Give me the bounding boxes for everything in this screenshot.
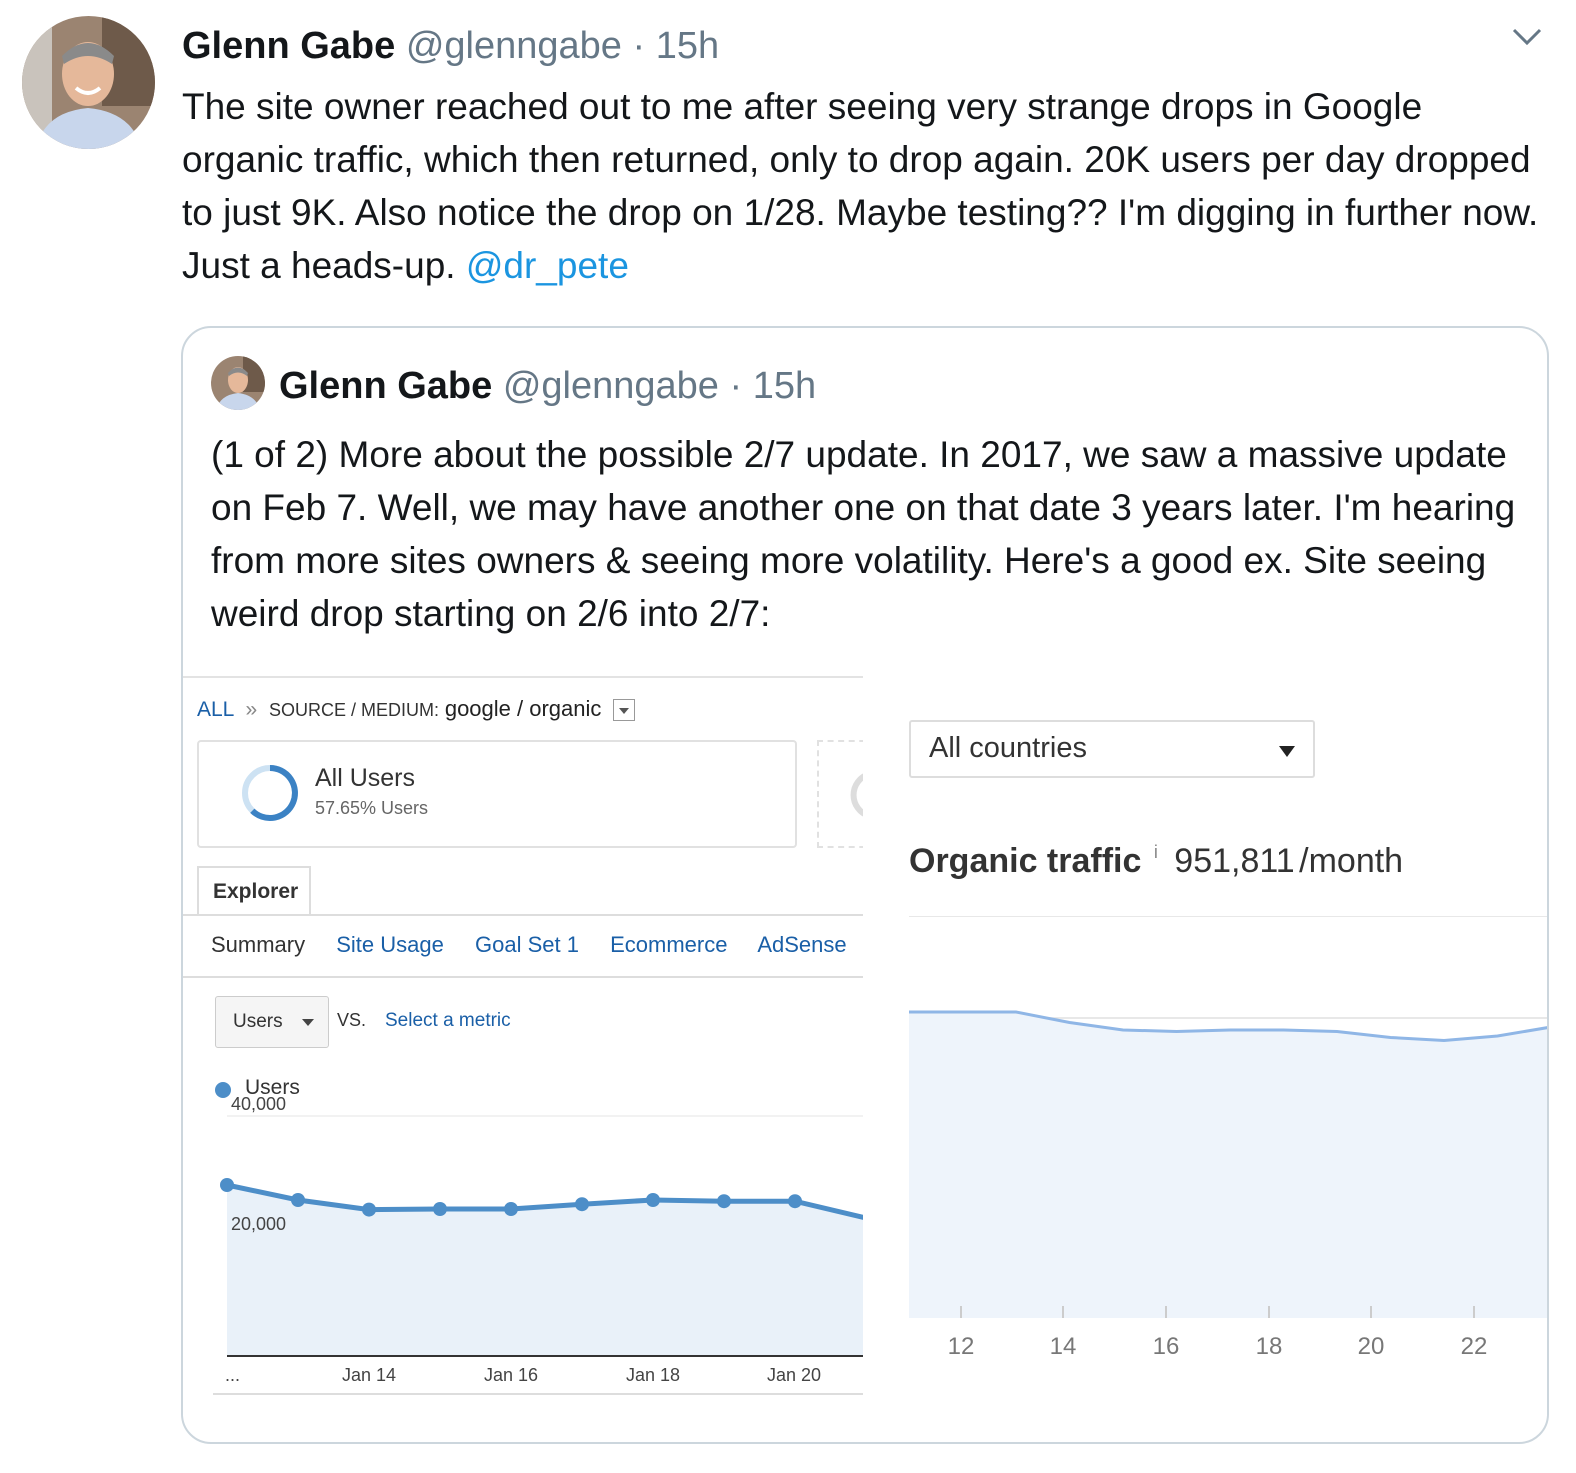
x-tick-label: 22 — [1461, 1333, 1488, 1360]
breadcrumb-source: SOURCE / MEDIUM: — [268, 700, 439, 720]
x-tick-label: 18 — [1256, 1333, 1283, 1360]
donut-icon — [242, 765, 298, 821]
info-icon[interactable]: i — [1154, 842, 1158, 862]
subtab-goal-set[interactable]: Goal Set 1 — [475, 932, 579, 957]
x-tick-label: 14 — [1050, 1333, 1077, 1360]
quote-header: Glenn Gabe @glenngabe · 15h — [279, 362, 816, 410]
data-point — [717, 1194, 731, 1209]
author-name[interactable]: Glenn Gabe — [182, 25, 395, 67]
divider — [183, 976, 863, 978]
subtabs: Summary Site Usage Goal Set 1 Ecommerce … — [211, 932, 872, 958]
quoted-tweet[interactable]: Glenn Gabe @glenngabe · 15h (1 of 2) Mor… — [181, 326, 1549, 1444]
segment-title: All Users — [315, 764, 416, 792]
breadcrumb: ALL » SOURCE / MEDIUM: google / organic — [197, 696, 636, 722]
segment-subtitle: 57.65% Users — [315, 798, 429, 818]
x-tick-label: Jan 16 — [484, 1365, 538, 1385]
x-tick-label: 16 — [1153, 1333, 1180, 1360]
tweet-body: The site owner reached out to me after s… — [182, 86, 1539, 286]
users-chart: 40,000 20,000... Jan 14 Jan 16 Jan 18 Jan 20 — [213, 1096, 863, 1395]
organic-traffic-unit: /month — [1299, 842, 1404, 880]
quote-author-name: Glenn Gabe — [279, 365, 493, 407]
data-point — [291, 1193, 305, 1207]
avatar[interactable] — [22, 16, 155, 149]
x-tick-label: Jan 20 — [767, 1365, 821, 1385]
vs-label: VS. — [337, 1010, 367, 1030]
breadcrumb-all[interactable]: ALL — [197, 698, 234, 721]
x-tick-label: Jan 18 — [626, 1365, 680, 1385]
y-tick-label: 20,000 — [231, 1214, 286, 1234]
mention-link[interactable]: @dr_pete — [466, 245, 629, 286]
segment-card[interactable]: All Users 57.65% Users — [197, 740, 797, 848]
x-tick-label: Jan 14 — [342, 1365, 396, 1385]
series-area — [227, 1185, 863, 1356]
tweet-text: The site owner reached out to me after s… — [182, 80, 1552, 292]
y-tick-label: 40,000 — [231, 1096, 286, 1114]
dropdown-icon[interactable] — [613, 699, 636, 722]
organic-traffic-chart: 12 14 16 18 20 22 — [909, 916, 1547, 1360]
breadcrumb-separator: » — [245, 698, 258, 721]
data-point — [646, 1193, 660, 1207]
header-separator: · — [632, 25, 646, 67]
data-point — [788, 1194, 802, 1209]
tweet-header: Glenn Gabe @glenngabe · 15h — [182, 22, 719, 70]
divider — [183, 914, 863, 916]
author-handle[interactable]: @glenngabe — [406, 25, 622, 67]
avatar — [211, 356, 265, 410]
subtab-ecommerce[interactable]: Ecommerce — [610, 932, 727, 957]
metric-select[interactable]: Users — [215, 996, 329, 1048]
quote-author-handle: @glenngabe — [502, 365, 719, 407]
country-select[interactable]: All countries — [909, 720, 1315, 778]
subtab-adsense[interactable]: AdSense — [757, 932, 846, 957]
select-metric-link[interactable]: Select a metric — [385, 1010, 511, 1032]
breadcrumb-value: google / organic — [444, 696, 602, 721]
organic-traffic-value: 951,811 — [1174, 842, 1295, 880]
subtab-summary[interactable]: Summary — [211, 932, 305, 957]
quote-time: 15h — [752, 365, 817, 407]
data-point — [504, 1202, 518, 1216]
x-tick-label: ... — [225, 1365, 240, 1385]
ahrefs-panel: All countries Organic traffic i 951,811 … — [863, 676, 1547, 1416]
data-point — [575, 1197, 589, 1212]
x-tick-label: 20 — [1358, 1333, 1385, 1360]
subtab-site-usage[interactable]: Site Usage — [336, 932, 444, 957]
data-point — [220, 1178, 234, 1192]
quote-separator: · — [729, 365, 743, 407]
organic-traffic-row: Organic traffic i 951,811 /month — [909, 842, 1403, 881]
organic-traffic-label: Organic traffic — [909, 842, 1142, 880]
tab-explorer[interactable]: Explorer — [197, 866, 311, 916]
tweet-time[interactable]: 15h — [656, 25, 719, 67]
data-point — [362, 1202, 376, 1217]
chevron-down-icon[interactable] — [1506, 20, 1548, 54]
x-tick-label: 12 — [948, 1333, 975, 1360]
series-area — [909, 1012, 1547, 1318]
divider — [183, 676, 863, 678]
analytics-panel: ALL » SOURCE / MEDIUM: google / organic … — [183, 676, 897, 1416]
data-point — [433, 1202, 447, 1216]
quote-text: (1 of 2) More about the possible 2/7 upd… — [211, 434, 1516, 634]
